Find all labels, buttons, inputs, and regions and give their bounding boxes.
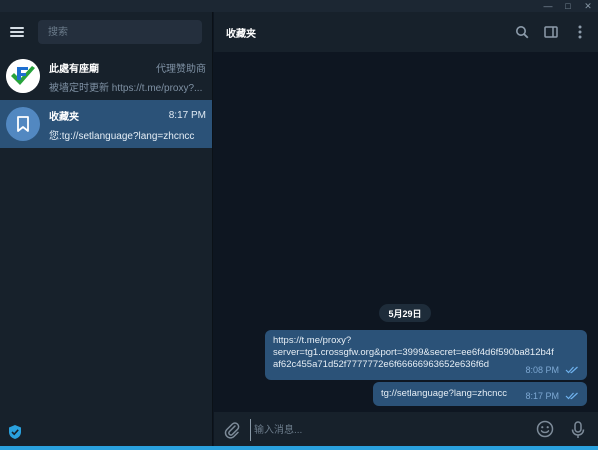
minimize-button[interactable]: —: [538, 0, 558, 12]
date-separator: 5月29日: [379, 304, 431, 322]
window-controls: — □ ✕: [538, 0, 598, 12]
chat-title: 收藏夹: [49, 112, 79, 123]
paperclip-icon[interactable]: [222, 420, 242, 440]
microphone-icon[interactable]: [568, 420, 588, 440]
maximize-button[interactable]: □: [558, 0, 578, 12]
chat-item-saved-messages[interactable]: 收藏夹 8:17 PM 您:tg://setlanguage?lang=zhcn…: [0, 100, 212, 148]
chat-header-title: 收藏夹: [226, 28, 256, 40]
message-input[interactable]: [250, 419, 520, 441]
double-check-icon: [565, 366, 578, 374]
message-time: 8:08 PM: [525, 365, 559, 375]
sidebar-header: [0, 12, 212, 52]
message-bubble[interactable]: tg://setlanguage?lang=zhcncc 8:17 PM: [373, 382, 587, 406]
message-bubble[interactable]: https://t.me/proxy? server=tg1.crossgfw.…: [265, 330, 587, 380]
chat-item-temple[interactable]: 此處有座廟 代理赞助商 被墙定时更新 https://t.me/proxy?..…: [0, 52, 212, 100]
accent-bar: [0, 446, 598, 450]
chat-time: 8:17 PM: [168, 110, 206, 121]
message-composer: [214, 412, 598, 448]
close-button[interactable]: ✕: [578, 0, 598, 12]
sidebar: 此處有座廟 代理赞助商 被墙定时更新 https://t.me/proxy?..…: [0, 12, 213, 448]
chat-panel: 收藏夹 5月29日 https://t.me/proxy? server=tg1…: [214, 12, 598, 448]
chat-preview: 被墙定时更新 https://t.me/proxy?...: [49, 82, 203, 94]
chat-header: 收藏夹: [214, 12, 598, 52]
message-time: 8:17 PM: [525, 391, 559, 401]
chat-sponsor-label: 代理赞助商: [156, 64, 206, 75]
menu-icon[interactable]: [10, 26, 26, 38]
proxy-shield-icon[interactable]: [8, 424, 22, 440]
channel-logo-avatar: [6, 59, 40, 93]
emoji-icon[interactable]: [536, 420, 556, 440]
chat-title: 此處有座廟: [49, 64, 99, 75]
more-options-icon[interactable]: [572, 24, 588, 40]
sidebar-toggle-icon[interactable]: [543, 24, 559, 40]
bookmark-icon: [6, 107, 40, 141]
search-input[interactable]: [38, 20, 202, 44]
window-titlebar: — □ ✕: [0, 0, 598, 12]
double-check-icon: [565, 392, 578, 400]
chat-preview: 您:tg://setlanguage?lang=zhcncc: [49, 130, 195, 142]
search-icon[interactable]: [514, 24, 530, 40]
